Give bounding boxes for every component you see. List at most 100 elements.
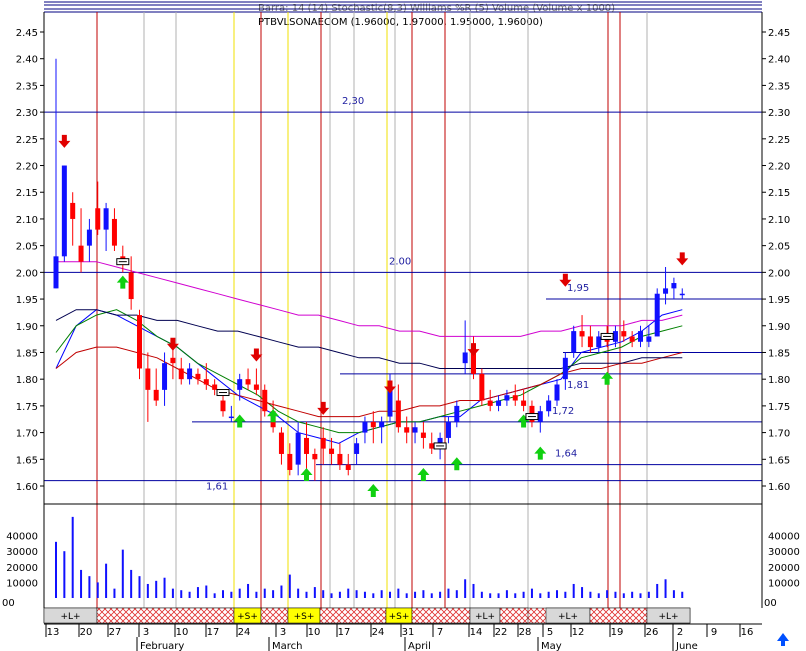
volume-bar [480, 591, 483, 598]
volume-bar [338, 591, 341, 598]
month-label: June [675, 641, 698, 651]
candle-body [329, 448, 335, 454]
volume-bar [389, 591, 391, 598]
volume-bar [464, 579, 467, 598]
price-tick-label: 2.40 [768, 55, 790, 66]
candle-body [337, 453, 343, 465]
candle-body [128, 272, 134, 300]
volume-bar [489, 593, 492, 598]
volume-bar [247, 583, 250, 598]
volume-tick-label: 30000 [768, 547, 800, 558]
volume-bar [380, 590, 383, 598]
signal-segment [319, 607, 387, 624]
price-tick-label: 2.00 [768, 268, 790, 279]
volume-bar [55, 541, 57, 598]
volume-bar [614, 591, 617, 598]
volume-bar [363, 591, 366, 598]
candle-body [86, 229, 92, 246]
candle-body [429, 443, 435, 449]
signal-segment [260, 607, 289, 624]
volume-bar [414, 591, 417, 598]
candle-body [95, 208, 101, 230]
price-tick-label: 2.05 [768, 242, 790, 253]
signal-segment [499, 607, 529, 624]
volume-corner-label: 00 [764, 598, 777, 609]
candle-body [621, 331, 627, 337]
candle-body [663, 288, 669, 294]
volume-bar [422, 590, 425, 598]
price-tick-label: 2.15 [16, 188, 38, 199]
candle-body [395, 400, 401, 428]
price-tick-label: 2.10 [16, 215, 38, 226]
price-tick-label: 2.30 [16, 108, 38, 119]
day-tick-label: 26 [646, 627, 659, 638]
day-tick-label: 10 [176, 627, 189, 638]
price-tick-label: 1.80 [768, 375, 790, 386]
candle-body [370, 421, 376, 428]
volume-bar [146, 583, 149, 598]
candle-body [445, 421, 451, 438]
volume-bar [514, 593, 517, 598]
candle-body [53, 256, 59, 289]
volume-bar [647, 591, 650, 598]
candle-body [362, 421, 368, 433]
chart-background [0, 0, 806, 651]
price-tick-label: 1.90 [768, 322, 790, 333]
volume-bar [96, 582, 99, 598]
price-tick-label: 2.05 [16, 242, 38, 253]
candle-body [245, 379, 251, 385]
candle-body [111, 218, 117, 246]
volume-bar [255, 591, 258, 598]
volume-bar [572, 583, 575, 598]
candle-body [579, 331, 585, 337]
stock-chart: Barra: 14 (14) Stochastic(8,3) Williams … [0, 0, 806, 651]
candle-body [454, 405, 460, 422]
price-tick-label: 2.40 [16, 55, 38, 66]
candle-body [162, 363, 168, 390]
day-tick-label: 3 [280, 627, 286, 638]
candle-body [387, 389, 393, 417]
overlay-text: Barra: 14 (14) Stochastic(8,3) Williams … [258, 3, 615, 14]
candle-body [496, 400, 502, 406]
day-tick-label: 19 [611, 627, 624, 638]
day-tick-label: 27 [109, 627, 122, 638]
volume-bar [272, 590, 275, 598]
candle-body [178, 368, 184, 380]
candle-body [295, 432, 301, 465]
price-tick-label: 2.35 [768, 81, 790, 92]
volume-bar [639, 593, 642, 598]
volume-bar [222, 590, 224, 598]
price-tick-label: 2.10 [768, 215, 790, 226]
price-tick-label: 2.15 [768, 188, 790, 199]
volume-bar [330, 593, 333, 598]
signal-label: +S+ [389, 612, 410, 622]
day-tick-label: 12 [572, 627, 585, 638]
day-tick-label: 31 [402, 627, 415, 638]
price-tick-label: 1.75 [16, 402, 38, 413]
price-tick-label: 2.30 [768, 108, 790, 119]
month-label: February [140, 641, 184, 651]
volume-tick-label: 10000 [6, 578, 38, 589]
price-tick-label: 1.65 [16, 455, 38, 466]
volume-corner-label: 00 [2, 598, 15, 609]
day-tick-label: 13 [47, 627, 60, 638]
signal-label: +L+ [475, 612, 495, 622]
signal-segment [589, 607, 648, 624]
day-tick-label: 20 [80, 627, 93, 638]
volume-bar [564, 591, 567, 598]
price-tick-label: 1.85 [16, 348, 38, 359]
volume-bar [121, 549, 124, 598]
volume-bar [63, 551, 66, 598]
day-tick-label: 22 [495, 627, 508, 638]
volume-bar [155, 580, 158, 598]
volume-bar [597, 593, 600, 598]
volume-bar [547, 591, 550, 598]
candle-body [504, 395, 510, 401]
volume-bar [196, 587, 199, 598]
candle-body [195, 373, 201, 380]
candle-body [228, 416, 234, 419]
candle-body [78, 245, 84, 262]
candle-body [554, 384, 560, 401]
volume-bar [631, 591, 634, 598]
candle-body [262, 389, 268, 412]
